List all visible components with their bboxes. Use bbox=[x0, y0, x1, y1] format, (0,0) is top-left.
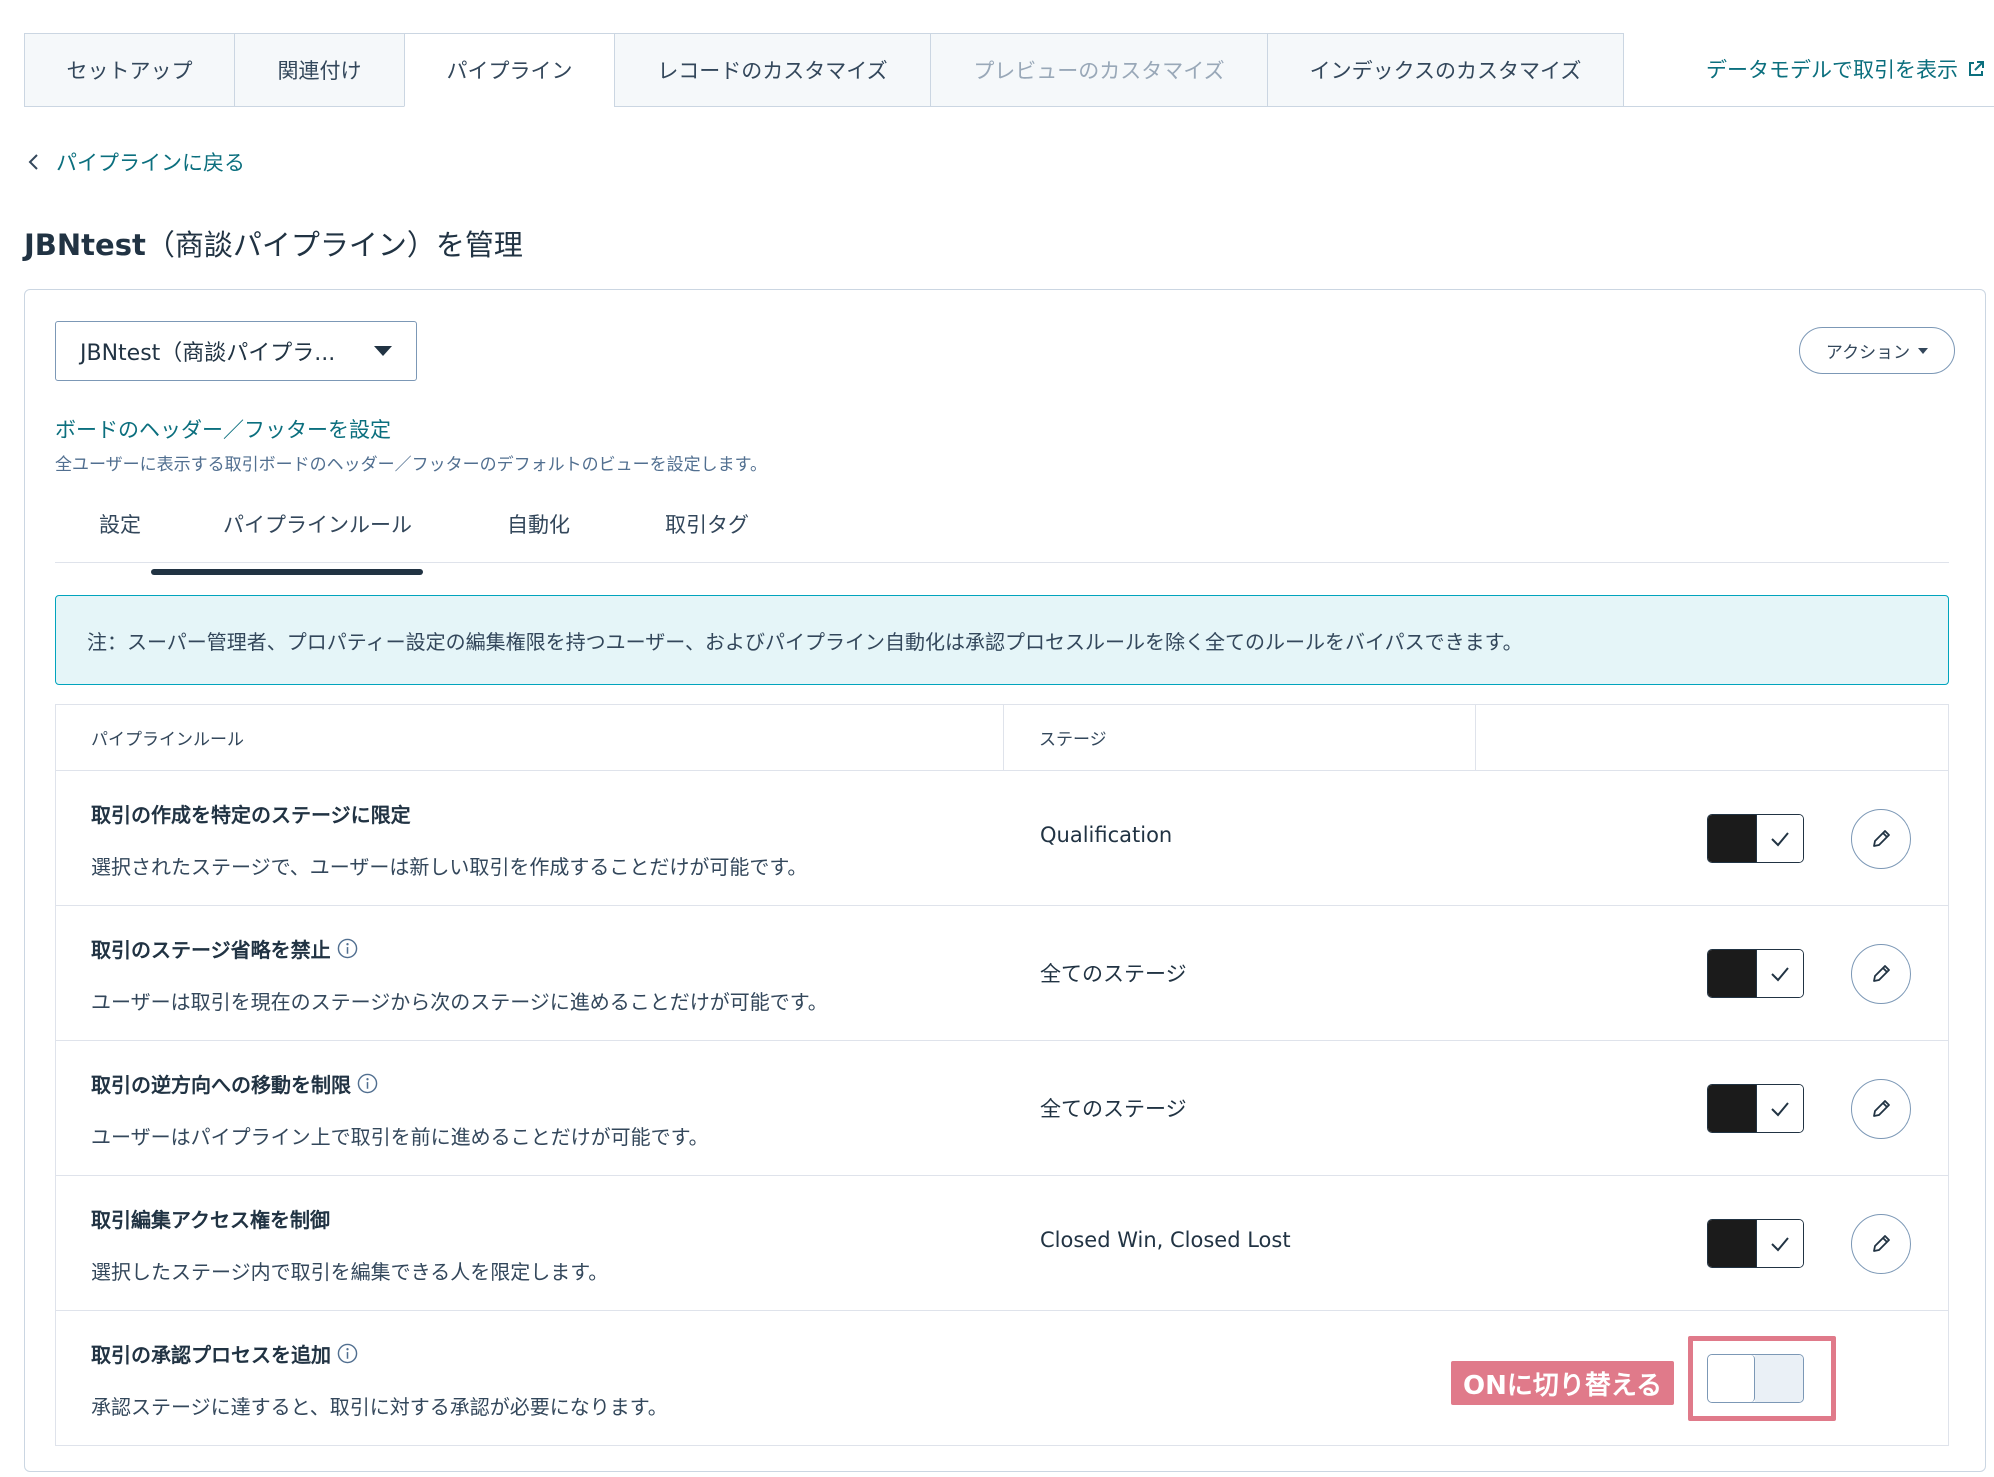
table-header: パイプラインルール ステージ bbox=[56, 705, 1948, 771]
info-icon[interactable] bbox=[357, 1073, 378, 1094]
rule-description: ユーザーは取引を現在のステージから次のステージに進めることだけが可能です。 bbox=[91, 990, 828, 1014]
sub-tab-bar: 設定 パイプラインルール 自動化 取引タグ bbox=[55, 493, 1949, 563]
edit-rule-button[interactable] bbox=[1851, 809, 1911, 869]
pencil-icon bbox=[1873, 830, 1890, 847]
pipeline-select-value: JBNtest（商談パイプラ... bbox=[80, 341, 336, 366]
rule-name: 取引の作成を特定のステージに限定 bbox=[91, 799, 411, 828]
rule-name-text: 取引の逆方向への移動を制限 bbox=[91, 1073, 351, 1097]
toggle-knob bbox=[1708, 950, 1756, 997]
rule-toggle-on[interactable] bbox=[1707, 814, 1804, 863]
check-icon bbox=[1771, 1101, 1789, 1116]
note-banner: 注：スーパー管理者、プロパティー設定の編集権限を持つユーザー、およびパイプライン… bbox=[55, 595, 1949, 685]
pipeline-card: JBNtest（商談パイプラ... アクション ボードのヘッダー／フッターを設定… bbox=[24, 289, 1986, 1472]
tab-pipelines[interactable]: パイプライン bbox=[404, 33, 614, 107]
back-link-label: パイプラインに戻る bbox=[56, 151, 245, 175]
top-tab-bar: セットアップ 関連付け パイプライン レコードのカスタマイズ プレビューのカスタ… bbox=[24, 33, 1624, 107]
rule-name: 取引のステージ省略を禁止 bbox=[91, 934, 358, 963]
data-model-link[interactable]: データモデルで取引を表示 bbox=[1706, 54, 1986, 84]
note-text: 注：スーパー管理者、プロパティー設定の編集権限を持つユーザー、およびパイプライン… bbox=[87, 629, 1523, 654]
tab-record-customization[interactable]: レコードのカスタマイズ bbox=[614, 33, 930, 107]
page-title-rest: （商談パイプライン）を管理 bbox=[145, 228, 523, 262]
rule-name: 取引の逆方向への移動を制限 bbox=[91, 1069, 378, 1098]
tab-setup[interactable]: セットアップ bbox=[24, 33, 234, 107]
active-tab-indicator bbox=[151, 569, 423, 575]
rule-name-text: 取引編集アクセス権を制御 bbox=[91, 1208, 330, 1232]
toggle-knob bbox=[1708, 815, 1756, 862]
rule-name-text: 取引のステージ省略を禁止 bbox=[91, 938, 331, 962]
rule-stage: Qualification bbox=[1040, 823, 1173, 847]
board-header-footer-description: 全ユーザーに表示する取引ボードのヘッダー／フッターのデフォルトのビューを設定しま… bbox=[55, 455, 767, 475]
edit-rule-button[interactable] bbox=[1851, 1214, 1911, 1274]
table-row: 取引編集アクセス権を制御 選択したステージ内で取引を編集できる人を限定します。 … bbox=[56, 1176, 1948, 1311]
rule-toggle-on[interactable] bbox=[1707, 1219, 1804, 1268]
pencil-icon bbox=[1873, 1235, 1890, 1252]
sub-tab-automation[interactable]: 自動化 bbox=[507, 509, 570, 539]
rule-name: 取引の承認プロセスを追加 bbox=[91, 1339, 358, 1368]
rule-name-text: 取引の作成を特定のステージに限定 bbox=[91, 803, 411, 827]
edit-rule-button[interactable] bbox=[1851, 1079, 1911, 1139]
tab-associations[interactable]: 関連付け bbox=[234, 33, 404, 107]
rule-name-text: 取引の承認プロセスを追加 bbox=[91, 1343, 331, 1367]
sub-tab-pipeline-rules[interactable]: パイプラインルール bbox=[223, 509, 412, 539]
pipeline-rules-table: パイプラインルール ステージ 取引の作成を特定のステージに限定 選択されたステー… bbox=[55, 704, 1949, 1446]
caret-down-icon bbox=[374, 346, 392, 356]
column-header-stage: ステージ bbox=[1004, 705, 1476, 770]
actions-button[interactable]: アクション bbox=[1799, 327, 1955, 374]
table-row: 取引のステージ省略を禁止 ユーザーは取引を現在のステージから次のステージに進める… bbox=[56, 906, 1948, 1041]
rule-stage: 全てのステージ bbox=[1040, 962, 1187, 986]
edit-rule-button[interactable] bbox=[1851, 944, 1911, 1004]
caret-down-icon bbox=[1918, 347, 1929, 354]
check-icon bbox=[1771, 831, 1789, 846]
pencil-icon bbox=[1873, 965, 1890, 982]
tabs-divider bbox=[1624, 106, 1994, 107]
rule-description: 選択したステージ内で取引を編集できる人を限定します。 bbox=[91, 1260, 609, 1284]
rule-stage: Closed Win, Closed Lost bbox=[1040, 1228, 1291, 1252]
data-model-link-label: データモデルで取引を表示 bbox=[1706, 58, 1958, 82]
rule-description: 承認ステージに達すると、取引に対する承認が必要になります。 bbox=[91, 1395, 668, 1419]
rule-toggle-on[interactable] bbox=[1707, 1084, 1804, 1133]
tab-preview-customization[interactable]: プレビューのカスタマイズ bbox=[930, 33, 1267, 107]
pencil-icon bbox=[1873, 1100, 1890, 1117]
rule-description: ユーザーはパイプライン上で取引を前に進めることだけが可能です。 bbox=[91, 1125, 709, 1149]
tab-index-customization[interactable]: インデックスのカスタマイズ bbox=[1267, 33, 1624, 107]
column-header-rule: パイプラインルール bbox=[56, 705, 1004, 770]
info-icon[interactable] bbox=[337, 1343, 358, 1364]
rule-description: 選択されたステージで、ユーザーは新しい取引を作成することだけが可能です。 bbox=[91, 855, 808, 879]
table-row: 取引の承認プロセスを追加 承認ステージに達すると、取引に対する承認が必要になりま… bbox=[56, 1311, 1948, 1445]
rule-toggle-on[interactable] bbox=[1707, 949, 1804, 998]
annotation-callout: ONに切り替える bbox=[1451, 1361, 1675, 1405]
chevron-left-icon bbox=[28, 154, 38, 170]
sub-tab-deal-tags[interactable]: 取引タグ bbox=[665, 509, 749, 539]
check-icon bbox=[1771, 966, 1789, 981]
sub-tab-settings[interactable]: 設定 bbox=[99, 509, 141, 539]
toggle-knob bbox=[1708, 1355, 1755, 1402]
rule-toggle-off[interactable] bbox=[1707, 1354, 1804, 1403]
external-link-icon bbox=[1969, 61, 1984, 76]
page-title: JBNtest（商談パイプライン）を管理 bbox=[24, 222, 523, 264]
rule-name: 取引編集アクセス権を制御 bbox=[91, 1204, 330, 1233]
actions-button-label: アクション bbox=[1825, 343, 1911, 363]
table-row: 取引の逆方向への移動を制限 ユーザーはパイプライン上で取引を前に進めることだけが… bbox=[56, 1041, 1948, 1176]
check-icon bbox=[1771, 1236, 1789, 1251]
toggle-knob bbox=[1708, 1085, 1756, 1132]
toggle-knob bbox=[1708, 1220, 1756, 1267]
info-icon[interactable] bbox=[337, 938, 358, 959]
table-row: 取引の作成を特定のステージに限定 選択されたステージで、ユーザーは新しい取引を作… bbox=[56, 771, 1948, 906]
back-to-pipelines-link[interactable]: パイプラインに戻る bbox=[26, 147, 245, 177]
pipeline-select[interactable]: JBNtest（商談パイプラ... bbox=[55, 321, 417, 381]
column-header-actions bbox=[1476, 705, 1948, 770]
page-title-pipeline: JBNtest bbox=[24, 228, 146, 262]
rule-stage: 全てのステージ bbox=[1040, 1097, 1187, 1121]
board-header-footer-link[interactable]: ボードのヘッダー／フッターを設定 bbox=[55, 414, 391, 444]
